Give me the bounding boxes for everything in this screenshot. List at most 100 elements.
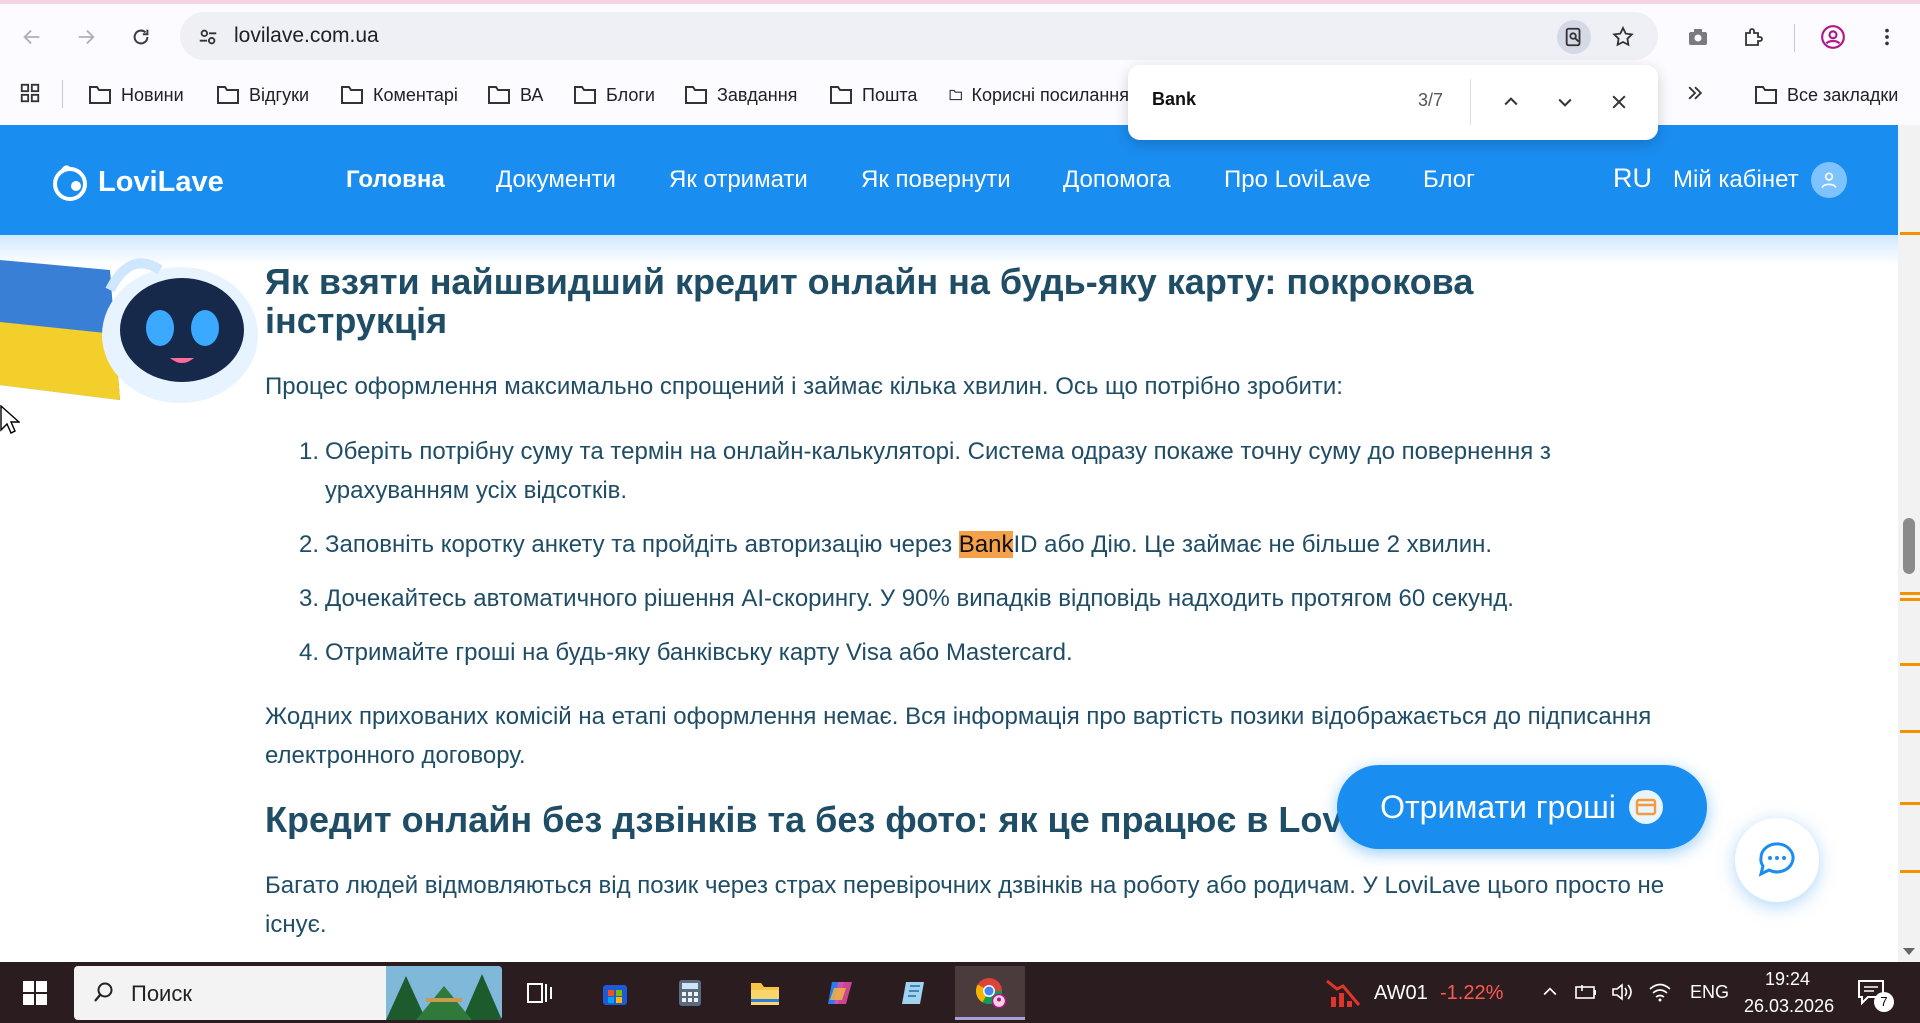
task-view-button[interactable] — [505, 966, 575, 1020]
find-match-marker — [1900, 598, 1920, 601]
chevron-down-icon — [1558, 98, 1572, 107]
reload-button[interactable] — [126, 22, 156, 52]
find-input[interactable] — [1152, 89, 1352, 110]
more-bookmarks-button[interactable] — [1680, 78, 1710, 108]
taskbar-app-chrome[interactable] — [955, 966, 1025, 1020]
find-match-marker — [1900, 592, 1920, 595]
list-number: 1. — [298, 438, 319, 465]
taskbar-app-calculator[interactable] — [655, 966, 725, 1020]
tune-icon — [199, 29, 217, 45]
store-icon — [603, 985, 627, 1005]
list-text: Отримайте гроші на будь-яку банківську к… — [325, 639, 1073, 666]
notifications-button[interactable]: 7 — [1856, 978, 1896, 1012]
taskbar-app-notes[interactable] — [880, 966, 950, 1020]
volume-icon[interactable] — [1610, 981, 1634, 1003]
logo-icon — [53, 165, 87, 201]
taskbar-app-store[interactable] — [580, 966, 650, 1020]
copilot-icon — [828, 982, 852, 1004]
find-match-count: 3/7 — [1418, 90, 1444, 110]
toolbar-separator — [1794, 24, 1795, 52]
find-separator — [1470, 79, 1471, 125]
screenshot-button[interactable] — [1681, 20, 1715, 54]
bookmark-folder[interactable]: Відгуки — [216, 80, 309, 110]
taskbar-search[interactable]: Поиск — [74, 966, 502, 1020]
scrollbar-thumb[interactable] — [1903, 518, 1915, 574]
apps-button[interactable] — [15, 78, 45, 108]
chevron-up-icon[interactable] — [1540, 982, 1560, 1002]
nav-blog[interactable]: Блог — [1423, 166, 1475, 194]
cta-label: Отримати гроші — [1380, 788, 1616, 825]
windows-logo-icon — [23, 981, 47, 1005]
language-switch[interactable]: RU — [1613, 163, 1652, 194]
url-text[interactable]: lovilave.com.ua — [234, 24, 379, 48]
arrow-right-icon — [78, 29, 95, 45]
wifi-icon[interactable] — [1648, 981, 1672, 1003]
scroll-down-arrow-icon[interactable] — [1900, 945, 1918, 959]
folder-icon — [830, 86, 852, 104]
find-bar: 3/7 — [1128, 65, 1658, 140]
back-button[interactable] — [17, 22, 47, 52]
mouse-cursor-icon — [0, 405, 20, 434]
site-info-button[interactable] — [193, 22, 223, 52]
article-heading-2: Кредит онлайн без дзвінків та без фото: … — [265, 800, 1375, 839]
nav-help[interactable]: Допомога — [1063, 166, 1171, 194]
folder-icon — [89, 86, 111, 104]
find-match-marker — [1900, 802, 1920, 805]
bookmark-label: Корисні посилання — [971, 84, 1129, 105]
nav-how-to-get[interactable]: Як отримати — [669, 166, 808, 194]
find-in-page-button[interactable] — [1557, 20, 1591, 54]
list-item: 2. Заповніть коротку анкету та пройдіть … — [295, 525, 1685, 564]
start-button[interactable] — [0, 966, 70, 1020]
ticker-change[interactable]: -1.22% — [1440, 982, 1503, 1005]
bookmark-folder[interactable]: Пошта — [829, 80, 917, 110]
nav-documents[interactable]: Документи — [496, 166, 616, 194]
battery-icon[interactable] — [1574, 981, 1598, 1003]
site-logo[interactable]: LoviLave — [50, 162, 224, 202]
forward-button[interactable] — [71, 22, 101, 52]
bookmark-folder[interactable]: Завдання — [684, 80, 797, 110]
list-number: 3. — [298, 585, 319, 612]
bookmark-label: Новини — [121, 84, 184, 105]
search-icon — [94, 982, 113, 1002]
nav-how-to-repay[interactable]: Як повернути — [861, 166, 1011, 194]
extensions-button[interactable] — [1736, 20, 1770, 54]
input-language[interactable]: ENG — [1690, 982, 1729, 1003]
find-match-marker — [1900, 232, 1920, 235]
nav-home[interactable]: Головна — [346, 166, 445, 194]
notification-count: 7 — [1874, 992, 1894, 1012]
bookmark-folder[interactable]: Корисні посилання — [949, 80, 1129, 110]
bookmark-folder[interactable]: Коментарі — [340, 80, 458, 110]
address-bar[interactable] — [180, 12, 1658, 60]
bookmark-star-button[interactable] — [1606, 20, 1640, 54]
more-vertical-icon — [1885, 28, 1889, 46]
search-highlight-image — [386, 966, 502, 1020]
clock-date[interactable]: 26.03.2026 — [1744, 996, 1834, 1017]
my-cabinet-link[interactable]: Мій кабінет — [1673, 166, 1799, 194]
arrow-left-icon — [23, 29, 40, 45]
all-bookmarks-button[interactable]: Все закладки — [1754, 80, 1898, 110]
folder-icon — [574, 86, 596, 104]
find-next-button[interactable] — [1548, 85, 1582, 119]
profile-icon — [1821, 25, 1845, 49]
chat-button[interactable] — [1735, 818, 1819, 902]
nav-about[interactable]: Про LoviLave — [1224, 166, 1371, 194]
menu-button[interactable] — [1870, 20, 1904, 54]
card-icon — [1628, 790, 1663, 824]
ticker-name[interactable]: AW01 — [1374, 982, 1428, 1005]
folder-icon — [751, 983, 779, 1005]
list-item: 1. Оберіть потрібну суму та термін на он… — [295, 432, 1685, 510]
article-intro: Процес оформлення максимально спрощений … — [265, 373, 1343, 400]
profile-button[interactable] — [1816, 20, 1850, 54]
article-paragraph: Багато людей відмовляються від позик чер… — [265, 872, 1665, 938]
bookmark-folder[interactable]: ВА — [487, 80, 543, 110]
taskbar-app-explorer[interactable] — [730, 966, 800, 1020]
bookmark-folder[interactable]: Блоги — [573, 80, 655, 110]
taskbar-app-copilot[interactable] — [805, 966, 875, 1020]
bookmark-folder[interactable]: Новини — [88, 80, 184, 110]
user-avatar[interactable] — [1811, 162, 1847, 198]
find-close-button[interactable] — [1602, 85, 1636, 119]
clock-time[interactable]: 19:24 — [1765, 969, 1810, 990]
double-chevron-right-icon — [1688, 86, 1703, 100]
get-money-button[interactable]: Отримати гроші — [1337, 765, 1707, 849]
find-previous-button[interactable] — [1494, 85, 1528, 119]
